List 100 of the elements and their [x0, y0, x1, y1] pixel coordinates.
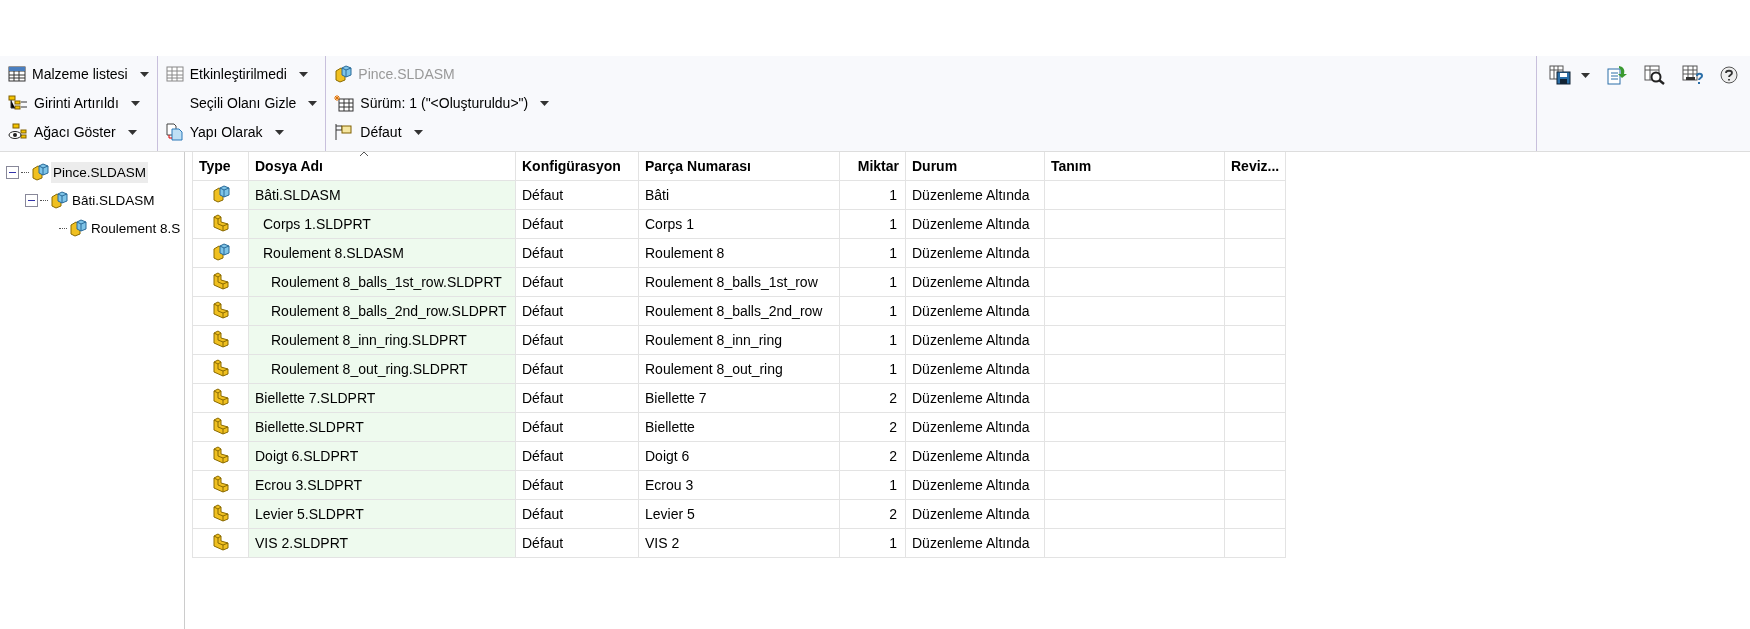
part-icon	[211, 329, 230, 348]
file-name: Roulement 8_out_ring.SLDPRT	[271, 361, 468, 377]
configuration: Défaut	[522, 390, 564, 406]
file-name: Ecrou 3.SLDPRT	[255, 477, 363, 493]
quantity: 1	[889, 274, 897, 290]
configuration: Défaut	[522, 274, 564, 290]
status: Düzenleme Altında	[912, 245, 1030, 261]
part-icon	[211, 503, 230, 522]
quantity: 1	[889, 303, 897, 319]
assembly-icon	[211, 184, 230, 203]
file-name: Corps 1.SLDPRT	[263, 216, 371, 232]
status: Düzenleme Altında	[912, 187, 1030, 203]
toolbar-dropdown-button[interactable]: Seçili Olanı Gizle	[163, 91, 320, 115]
part-number: Levier 5	[645, 506, 695, 522]
table-question-icon	[1682, 65, 1704, 85]
status: Düzenleme Altında	[912, 303, 1030, 319]
tree-item[interactable]: Bâti.SLDASM	[70, 189, 157, 211]
part-icon	[211, 271, 230, 290]
status: Düzenleme Altında	[912, 361, 1030, 377]
quantity: 1	[889, 361, 897, 377]
toolbar-dropdown-button[interactable]: Yapı Olarak	[163, 120, 320, 144]
toolbar-dropdown-button[interactable]: Etkinleştirilmedi	[163, 62, 320, 86]
configuration: Défaut	[522, 245, 564, 261]
configuration: Défaut	[522, 216, 564, 232]
part-icon	[211, 358, 230, 377]
status: Düzenleme Altında	[912, 419, 1030, 435]
toolbar-dropdown-button[interactable]: Sürüm: 1 ("<Oluşturuldu>")	[332, 91, 1530, 115]
assembly-icon	[334, 65, 353, 83]
toolbar-dropdown-button[interactable]: Ağacı Göster	[6, 120, 151, 144]
assembly-icon	[50, 191, 68, 209]
configuration: Défaut	[522, 477, 564, 493]
file-name: Roulement 8_balls_1st_row.SLDPRT	[271, 274, 502, 290]
table-magnifier-icon	[1644, 65, 1666, 85]
quantity: 2	[889, 448, 897, 464]
status: Düzenleme Altında	[912, 448, 1030, 464]
table-export-icon	[1606, 65, 1628, 85]
quantity: 1	[889, 245, 897, 261]
status: Düzenleme Altında	[912, 274, 1030, 290]
table-icon	[8, 66, 26, 82]
quantity: 1	[889, 477, 897, 493]
tree-item[interactable]: Roulement 8.S	[89, 217, 183, 239]
assembly-icon	[211, 242, 230, 261]
toolbar-dropdown-button[interactable]: Malzeme listesi	[6, 62, 151, 86]
caret-icon	[540, 100, 550, 106]
quantity: 2	[889, 390, 897, 406]
part-icon	[211, 416, 230, 435]
part-number: Roulement 8_out_ring	[645, 361, 783, 377]
collapse-toggle-icon[interactable]	[25, 193, 38, 207]
status: Düzenleme Altında	[912, 332, 1030, 348]
configuration: Défaut	[522, 419, 564, 435]
caret-icon	[308, 100, 318, 106]
toolbar-icon-button[interactable]	[1680, 64, 1706, 86]
configuration: Défaut	[522, 506, 564, 522]
toolbar-icon-button[interactable]	[1547, 64, 1592, 86]
part-number: Ecrou 3	[645, 477, 694, 493]
caret-icon	[127, 129, 137, 135]
toolbar-dropdown-button[interactable]: Défaut	[332, 120, 1530, 144]
part-icon	[211, 532, 230, 551]
file-name: Roulement 8_inn_ring.SLDPRT	[271, 332, 467, 348]
collapse-toggle-icon[interactable]	[6, 165, 19, 179]
part-number: Corps 1	[645, 216, 695, 232]
status: Düzenleme Altında	[912, 390, 1030, 406]
quantity: 1	[889, 216, 897, 232]
configuration: Défaut	[522, 332, 564, 348]
quantity: 1	[889, 332, 897, 348]
file-name: Roulement 8_balls_2nd_row.SLDPRT	[271, 303, 507, 319]
tree-item[interactable]: Pince.SLDASM	[51, 161, 149, 183]
quantity: 2	[889, 506, 897, 522]
help-icon	[1720, 66, 1738, 84]
part-number: Bâti	[645, 187, 670, 203]
part-number: Roulement 8_balls_2nd_row	[645, 303, 823, 319]
toolbar-icon-button[interactable]	[1718, 64, 1740, 86]
caret-icon	[298, 71, 308, 77]
toolbar-dropdown-button[interactable]: Girinti Artırıldı	[6, 91, 151, 115]
table-save-icon	[1549, 65, 1571, 85]
tree-eye-icon	[8, 123, 28, 141]
part-number: Roulement 8	[645, 245, 725, 261]
assembly-icon	[31, 163, 49, 181]
sort-caret-icon	[359, 151, 369, 157]
documents-icon	[165, 123, 184, 141]
column-header[interactable]: Durum	[912, 158, 958, 174]
column-header[interactable]: Dosya Adı	[255, 158, 323, 174]
file-name: Bâti.SLDASM	[255, 187, 341, 203]
configuration: Défaut	[522, 187, 564, 203]
table-star-icon	[334, 94, 355, 112]
part-number: Doigt 6	[645, 448, 690, 464]
quantity: 1	[889, 187, 897, 203]
configuration: Défaut	[522, 448, 564, 464]
configuration: Défaut	[522, 361, 564, 377]
column-header[interactable]: Tanım	[1051, 158, 1092, 174]
file-name: VIS 2.SLDPRT	[255, 535, 349, 551]
configuration: Défaut	[522, 535, 564, 551]
status: Düzenleme Altında	[912, 477, 1030, 493]
table-icon	[165, 66, 184, 82]
part-icon	[211, 300, 230, 319]
caret-icon	[130, 100, 140, 106]
quantity: 2	[889, 419, 897, 435]
quantity: 1	[889, 535, 897, 551]
file-name: Roulement 8.SLDASM	[263, 245, 404, 261]
indent-tree-icon	[8, 95, 28, 111]
